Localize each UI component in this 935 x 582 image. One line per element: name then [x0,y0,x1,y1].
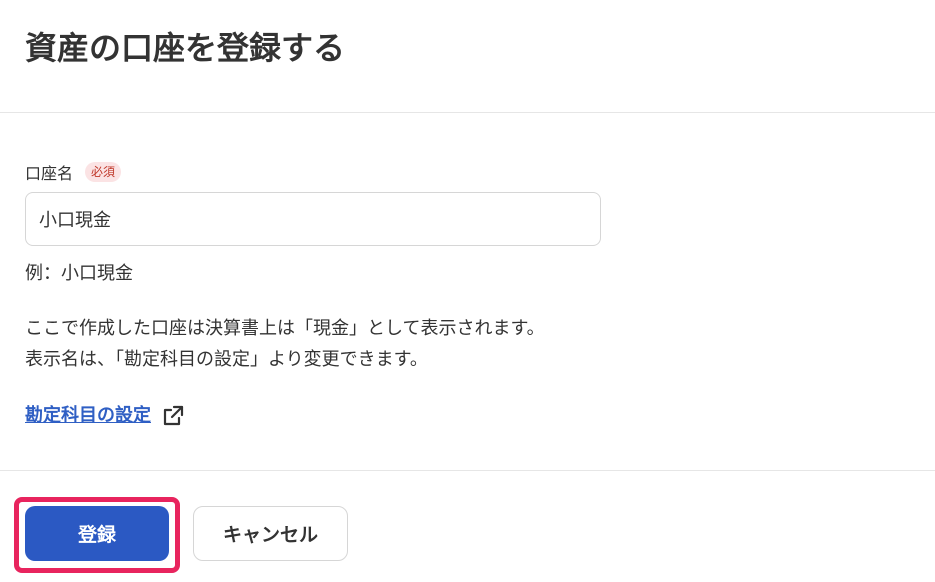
external-link-icon [163,405,184,426]
note-line-2: 表示名は、「勘定科目の設定」より変更できます。 [25,349,428,370]
footer-divider [0,470,935,471]
account-name-label-row: 口座名 必須 [25,160,122,184]
account-name-label: 口座名 [25,164,74,183]
account-settings-link-label: 勘定科目の設定 [25,405,151,426]
cancel-button[interactable]: キャンセル [193,506,348,561]
account-name-input[interactable] [25,192,601,246]
account-settings-link[interactable]: 勘定科目の設定 [25,402,185,430]
account-name-example: 例：小口現金 [25,263,133,284]
required-badge: 必須 [85,162,122,182]
note-line-1: ここで作成した口座は決算書上は「現金」として表示されます。 [25,318,545,339]
page-header: 資産の口座を登録する [0,0,935,113]
register-button[interactable]: 登録 [25,506,169,561]
page-title: 資産の口座を登録する [25,29,346,67]
